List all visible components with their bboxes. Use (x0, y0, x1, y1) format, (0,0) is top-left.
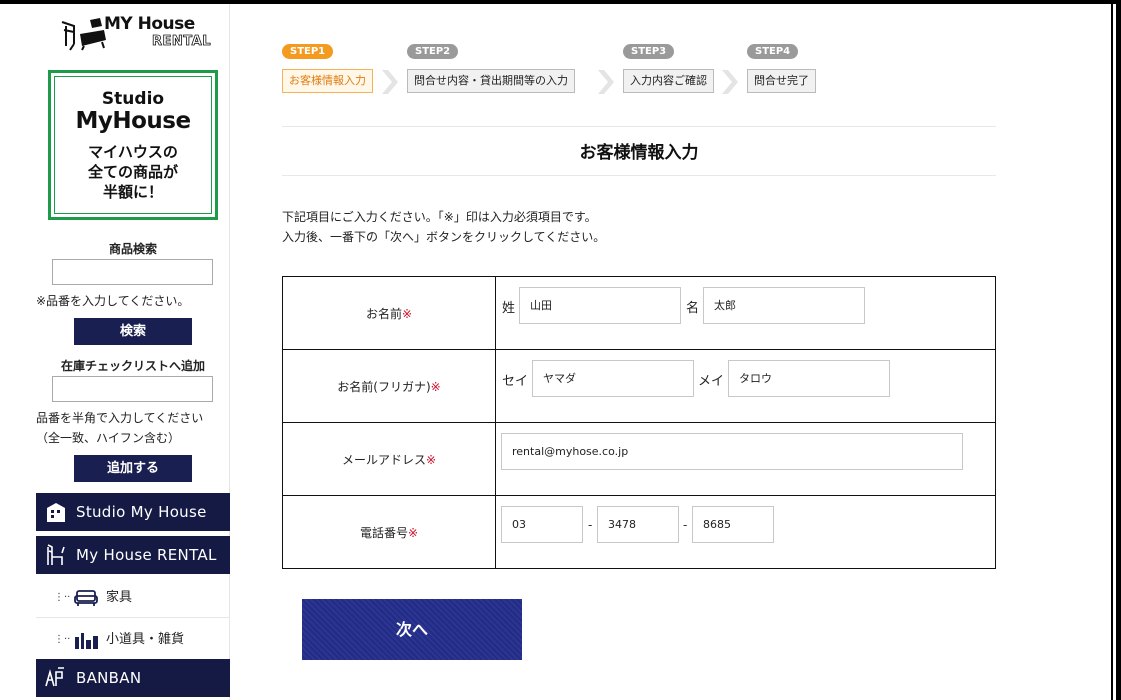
first-name-input[interactable]: 太郎 (703, 287, 865, 324)
step-1-label: お客様情報入力 (282, 69, 373, 93)
phone-separator: - (683, 518, 688, 532)
email-field-cell: rental@myhose.co.jp (495, 422, 996, 496)
logo-text-sub: RENTAL (152, 34, 211, 50)
product-search-input[interactable] (52, 259, 213, 285)
page-title: お客様情報入力 (579, 143, 699, 163)
phone-exchange-input[interactable]: 3478 (597, 506, 679, 543)
mei-prefix: 名 (686, 301, 700, 316)
banner-text: マイハウスの 全ての商品が 半額に！ (55, 142, 211, 202)
step-2-pill: STEP2 (407, 44, 459, 59)
kana-sei-prefix: セイ (502, 374, 529, 389)
step-chevron-icon (382, 70, 398, 94)
product-search-note: ※品番を入力してください。 (36, 294, 190, 308)
form-row-name: お名前※ 姓 山田 名 太郎 (282, 276, 996, 350)
add-to-checklist-button[interactable]: 追加する (74, 455, 192, 482)
building-icon (47, 503, 65, 522)
tree-dots-icon: ⋮·· (54, 634, 71, 645)
step-2-label: 問合せ内容・貸出期間等の入力 (407, 69, 575, 93)
form-row-phone: 電話番号※ 03 - 3478 - 8685 (282, 495, 996, 569)
form-row-email: メールアドレス※ rental@myhose.co.jp (282, 422, 996, 496)
sei-prefix: 姓 (502, 301, 516, 316)
sidebar-subitem-furniture[interactable]: ⋮·· 家具 (36, 578, 230, 618)
stock-checklist-input[interactable] (52, 376, 213, 402)
phone-area-input[interactable]: 03 (501, 506, 583, 543)
chair-icon (47, 544, 65, 565)
logo-text-main: MY House (104, 14, 195, 34)
step-3-pill: STEP3 (623, 44, 675, 59)
banban-icon (45, 667, 64, 687)
furniture-logo-icon (61, 18, 106, 51)
name-label: お名前 (365, 306, 402, 321)
banner-inner: Studio MyHouse マイハウスの 全ての商品が 半額に！ (54, 76, 212, 214)
sidebar-item-label: 小道具・雑貨 (106, 632, 185, 647)
last-name-input[interactable]: 山田 (519, 287, 681, 324)
sidebar-item-label: BANBAN (76, 669, 142, 687)
phone-label-cell: 電話番号※ (282, 495, 496, 569)
next-button[interactable]: 次へ (302, 599, 522, 660)
kana-mei-prefix: メイ (698, 374, 725, 389)
frame-right-border (1116, 0, 1121, 700)
banner-title-2: MyHouse (75, 108, 191, 134)
site-logo[interactable]: MY House RENTAL (60, 12, 211, 56)
sidebar-item-label: 家具 (106, 590, 133, 605)
email-input[interactable]: rental@myhose.co.jp (501, 433, 963, 470)
required-mark: ※ (425, 452, 437, 467)
sidebar-subitem-props[interactable]: ⋮·· 小道具・雑貨 (36, 620, 230, 660)
studio-myhouse-banner[interactable]: Studio MyHouse マイハウスの 全ての商品が 半額に！ (48, 70, 218, 220)
step-1-pill: STEP1 (282, 44, 334, 59)
email-label: メールアドレス (341, 452, 426, 467)
phone-label: 電話番号 (359, 525, 408, 540)
required-mark: ※ (407, 525, 419, 540)
kana-label: お名前(フリガナ) (337, 379, 431, 394)
phone-separator: - (588, 518, 593, 532)
required-mark: ※ (401, 306, 413, 321)
name-field-cell: 姓 山田 名 太郎 (495, 276, 996, 350)
sidebar-item-label: Studio My House (76, 503, 207, 521)
banner-text-line-2: 全ての商品が (87, 163, 178, 181)
intro-text-2: 入力後、一番下の「次へ」ボタンをクリックしてください。 (282, 230, 606, 244)
stock-checklist-label: 在庫チェックリストへ追加 (60, 359, 205, 373)
customer-info-form: お名前※ 姓 山田 名 太郎 お名前(フリガナ)※ セイ ヤマダ メイ タロウ … (282, 276, 996, 569)
banner-text-line-3: 半額に！ (102, 183, 163, 201)
kana-field-cell: セイ ヤマダ メイ タロウ (495, 349, 996, 423)
email-label-cell: メールアドレス※ (282, 422, 496, 496)
title-divider-bottom (282, 175, 996, 176)
stock-note-1: 品番を半角で入力してください (36, 411, 204, 425)
last-name-kana-input[interactable]: ヤマダ (532, 360, 694, 397)
frame-right-inner-border (1111, 4, 1113, 700)
step-chevron-icon (722, 70, 738, 94)
sidebar-item-label: My House RENTAL (76, 546, 217, 564)
props-icon (75, 633, 98, 649)
form-row-kana: お名前(フリガナ)※ セイ ヤマダ メイ タロウ (282, 349, 996, 423)
progress-steps: STEP1 お客様情報入力 STEP2 問合せ内容・貸出期間等の入力 STEP3… (282, 42, 1002, 102)
kana-label-cell: お名前(フリガナ)※ (282, 349, 496, 423)
phone-number-input[interactable]: 8685 (692, 506, 774, 543)
stock-note-2: （全一致、ハイフン含む） (36, 431, 181, 445)
sidebar: MY House RENTAL Studio MyHouse マイハウスの 全て… (36, 4, 230, 700)
search-button[interactable]: 検索 (74, 318, 192, 345)
required-mark: ※ (430, 379, 441, 394)
sofa-icon (74, 590, 98, 606)
sidebar-item-banban[interactable]: BANBAN (36, 659, 230, 697)
intro-text-1: 下記項目にご入力ください。「※」印は入力必須項目です。 (282, 210, 597, 224)
step-chevron-icon (598, 70, 614, 94)
name-label-cell: お名前※ (282, 276, 496, 350)
step-4-pill: STEP4 (747, 44, 799, 59)
sidebar-item-studio-my-house[interactable]: Studio My House (36, 493, 230, 531)
banner-title-1: Studio (101, 89, 165, 109)
product-search-label: 商品検索 (108, 242, 157, 256)
tree-dots-icon: ⋮·· (54, 592, 71, 603)
step-3-label: 入力内容ご確認 (623, 69, 714, 93)
first-name-kana-input[interactable]: タロウ (728, 360, 890, 397)
sidebar-item-my-house-rental[interactable]: My House RENTAL (36, 536, 230, 574)
title-divider-top (282, 126, 996, 127)
step-4-label: 問合せ完了 (747, 69, 816, 93)
banner-text-line-1: マイハウスの (88, 143, 178, 161)
phone-field-cell: 03 - 3478 - 8685 (495, 495, 996, 569)
